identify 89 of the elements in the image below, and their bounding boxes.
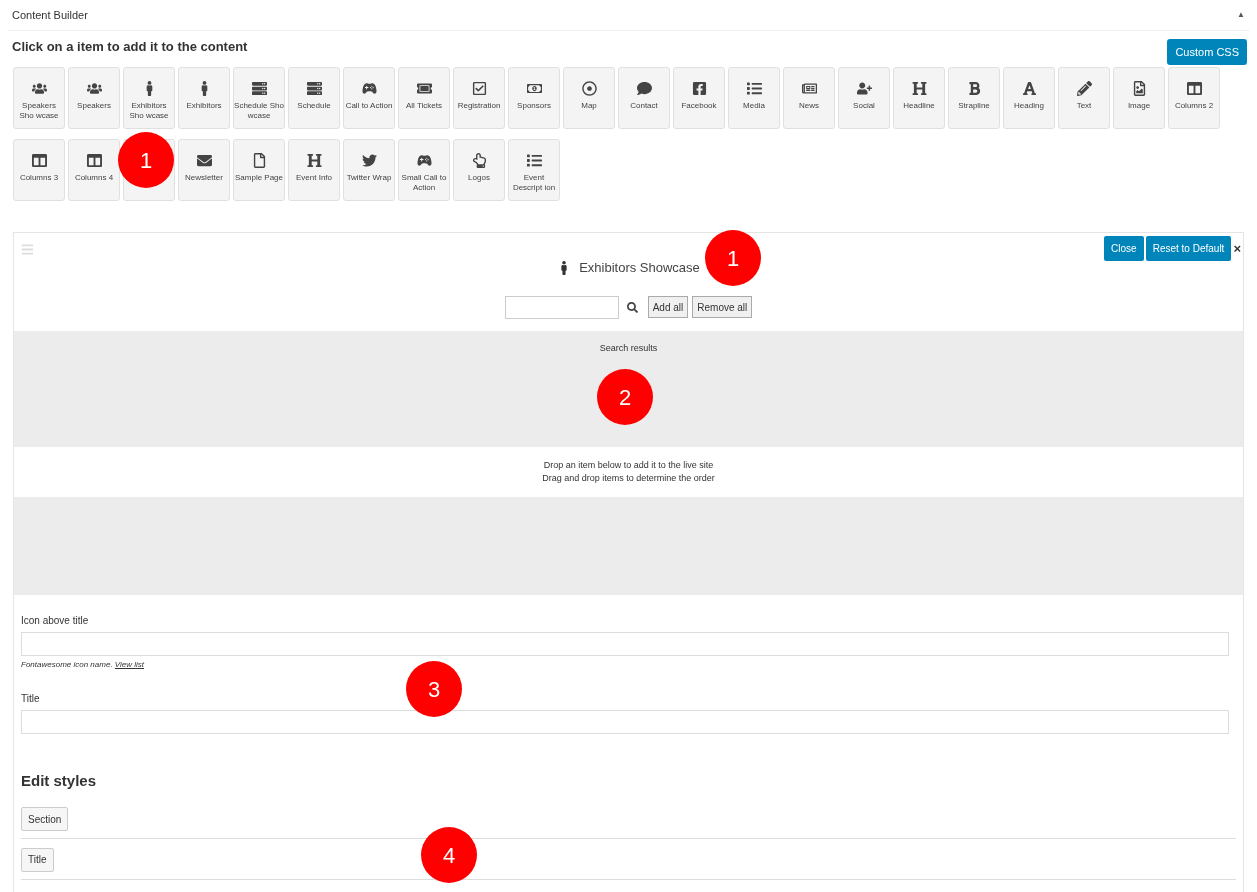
facebook-icon xyxy=(691,81,707,96)
palette-item[interactable]: Event Info xyxy=(288,139,340,201)
columns-icon xyxy=(31,153,47,168)
editor-title: Exhibitors Showcase xyxy=(579,259,700,277)
dismiss-button[interactable]: × xyxy=(1233,238,1241,259)
target-icon xyxy=(581,81,597,96)
annotation-tooltip: 4 xyxy=(421,827,477,883)
add-all-button[interactable]: Add all xyxy=(647,296,689,318)
file-icon xyxy=(251,153,267,168)
palette-heading: Click on a item to add it to the content xyxy=(12,38,248,56)
checkbox-icon xyxy=(471,81,487,96)
palette-item[interactable]: Event Descript ion xyxy=(508,139,560,201)
banknote-icon xyxy=(526,81,542,96)
header-icon xyxy=(911,81,927,96)
text-field[interactable] xyxy=(21,632,1229,656)
columns-icon xyxy=(86,153,102,168)
palette-item[interactable]: Facebook xyxy=(673,67,725,129)
panel-title: Content Builder xyxy=(12,7,88,23)
users-icon xyxy=(86,81,102,96)
palette-item[interactable]: Columns 4 xyxy=(68,139,120,201)
palette-item[interactable]: Schedule xyxy=(288,67,340,129)
palette-item[interactable]: Contact xyxy=(618,67,670,129)
list-icon xyxy=(526,153,542,168)
palette-item[interactable]: Sample Page xyxy=(233,139,285,201)
gamepad-icon xyxy=(361,81,377,96)
palette-item[interactable]: Sponsors xyxy=(508,67,560,129)
palette-item[interactable]: Call to Action xyxy=(343,67,395,129)
palette-item[interactable]: Strapline xyxy=(948,67,1000,129)
newspaper-icon xyxy=(801,81,817,96)
server-icon xyxy=(251,81,267,96)
server-icon xyxy=(306,81,322,96)
pencil-icon xyxy=(1076,81,1092,96)
users-icon xyxy=(31,81,47,96)
annotation-tooltip: 1 xyxy=(118,132,174,188)
palette-item[interactable]: Logos xyxy=(453,139,505,201)
palette-item[interactable]: Registration xyxy=(453,67,505,129)
view-list-link[interactable]: View list xyxy=(114,660,145,669)
section-heading: Edit styles xyxy=(21,771,98,791)
palette-item[interactable]: Headline xyxy=(893,67,945,129)
palette-item[interactable]: Newsletter xyxy=(178,139,230,201)
drag-handle-icon[interactable] xyxy=(21,243,34,256)
drop-hint: Drop an item below to add it to the live site xyxy=(543,459,714,472)
annotation-tooltip: 1 xyxy=(705,230,761,286)
palette-item[interactable]: Map xyxy=(563,67,615,129)
add-user-icon xyxy=(856,81,872,96)
palette-item[interactable]: Speakers Sho wcase xyxy=(13,67,65,129)
text-field[interactable] xyxy=(21,710,1229,734)
palette-item[interactable]: Exhibitors xyxy=(178,67,230,129)
font-icon xyxy=(1021,81,1037,96)
field-label: Icon above title xyxy=(21,614,90,628)
collapse-toggle[interactable]: ▲ xyxy=(1237,9,1245,21)
palette-item[interactable]: Speakers xyxy=(68,67,120,129)
ticket-icon xyxy=(416,81,432,96)
header-icon xyxy=(306,153,322,168)
remove-all-button[interactable]: Remove all xyxy=(692,296,753,318)
drop-hint: Drag and drop items to determine the order xyxy=(542,472,715,485)
palette-item[interactable]: Social xyxy=(838,67,890,129)
close-button[interactable]: Close xyxy=(1104,236,1144,261)
list-icon xyxy=(746,81,762,96)
pointing-hand-icon xyxy=(471,153,487,168)
envelope-icon xyxy=(196,153,212,168)
style-button[interactable]: Section xyxy=(21,807,69,831)
style-button[interactable]: Title xyxy=(21,847,54,872)
field-label: Title xyxy=(21,692,41,706)
palette-item[interactable]: Image xyxy=(1113,67,1165,129)
columns-icon xyxy=(1186,81,1202,96)
field-hint: Fontawesome icon name. View list xyxy=(21,659,146,671)
twitter-icon xyxy=(361,153,377,168)
palette-item[interactable]: Media xyxy=(728,67,780,129)
palette-item[interactable]: Heading xyxy=(1003,67,1055,129)
search-icon[interactable] xyxy=(626,301,638,313)
palette-item[interactable]: News xyxy=(783,67,835,129)
palette-item[interactable]: Columns 3 xyxy=(13,139,65,201)
palette-item[interactable]: All Tickets xyxy=(398,67,450,129)
search-results-label: Search results xyxy=(599,342,658,355)
palette-item[interactable]: Text xyxy=(1058,67,1110,129)
palette-item[interactable]: Exhibitors Sho wcase xyxy=(123,67,175,129)
gamepad-icon xyxy=(416,153,432,168)
search-field[interactable] xyxy=(504,295,619,319)
image-file-icon xyxy=(1131,81,1147,96)
palette-item[interactable]: Schedule Sho wcase xyxy=(233,67,285,129)
palette-item[interactable]: Small Call to Action xyxy=(398,139,450,201)
speech-bubble-icon xyxy=(636,81,652,96)
bold-icon xyxy=(966,81,982,96)
palette-item[interactable]: Columns 2 xyxy=(1168,67,1220,129)
palette-item[interactable]: Twitter Wrap xyxy=(343,139,395,201)
annotation-tooltip: 3 xyxy=(406,661,462,717)
custom-css-button[interactable]: Custom CSS xyxy=(1167,39,1247,65)
reset-button[interactable]: Reset to Default xyxy=(1145,236,1232,261)
